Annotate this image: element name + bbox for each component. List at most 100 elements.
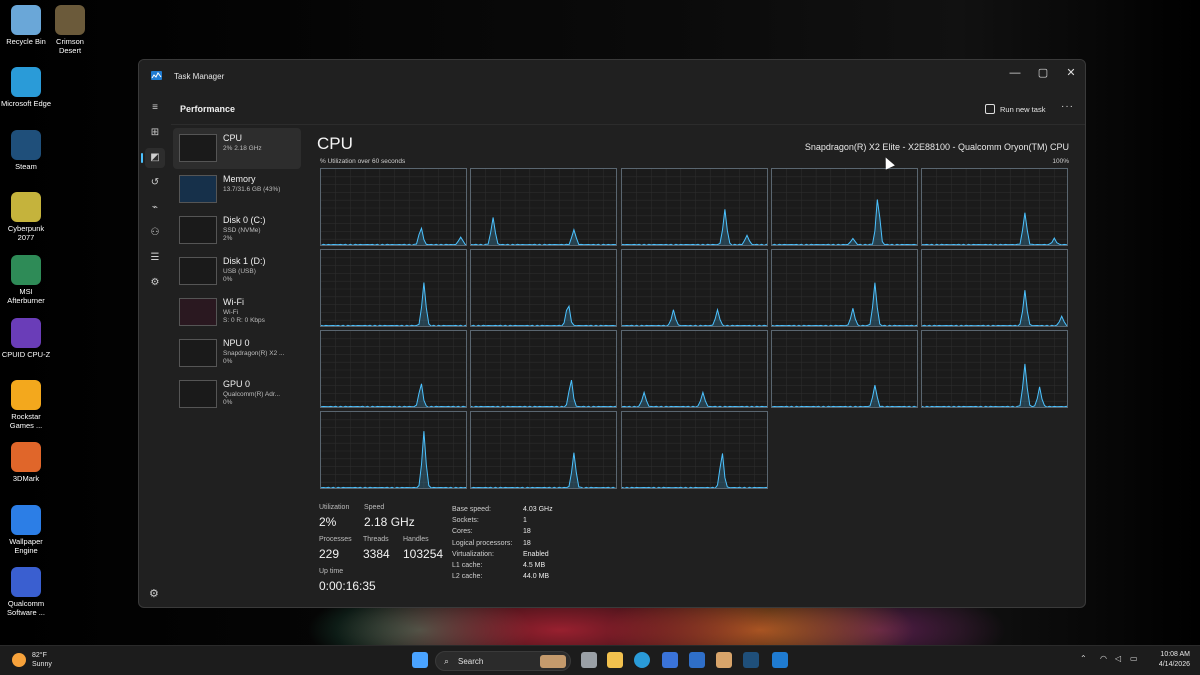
search-label: Search — [458, 657, 484, 666]
app-taskbar-icon[interactable] — [716, 652, 732, 668]
window-title: Task Manager — [174, 72, 225, 81]
app-history-icon[interactable]: ↺ — [145, 173, 165, 193]
desktop-icon-label: 3DMark — [12, 474, 40, 483]
run-task-icon — [985, 104, 995, 114]
store-icon[interactable] — [662, 652, 678, 668]
steam-icon — [11, 130, 41, 160]
tray-overflow-icon[interactable]: ⌃ — [1080, 654, 1087, 663]
core-graph — [320, 249, 467, 327]
speed-value: 2.18 GHz — [364, 515, 415, 529]
desktop-icon[interactable]: Cyberpunk 2077 — [0, 192, 52, 242]
desktop-icon[interactable]: Rockstar Games ... — [0, 380, 52, 430]
core-utilization-line — [471, 304, 617, 326]
spec-value: 1 — [523, 517, 527, 525]
core-graph — [320, 411, 467, 489]
device-list: CPU 2% 2.18 GHz Memory 13.7/31.6 GB (43%) Di… — [173, 128, 301, 415]
utilization-graph-label: % Utilization over 60 seconds — [320, 158, 406, 165]
device-name: CPU — [223, 133, 243, 143]
maximize-button[interactable]: ▢ — [1029, 64, 1057, 82]
desktop-icon[interactable]: CPUID CPU-Z — [0, 318, 52, 359]
utilization-value: 2% — [319, 515, 337, 529]
desktop-icon-label: Qualcomm Software ... — [7, 599, 45, 617]
spec-row: Base speed: 4.03 GHz — [452, 506, 592, 517]
device-item-cpu[interactable]: CPU 2% 2.18 GHz — [173, 128, 301, 169]
device-detail: 13.7/31.6 GB (43%) — [223, 186, 280, 194]
clock[interactable]: 10:08 AM 4/14/2026 — [1150, 650, 1190, 670]
performance-icon[interactable]: ◩ — [141, 148, 165, 168]
details-icon[interactable]: ☰ — [145, 248, 165, 268]
search-box[interactable]: ⌕ Search — [435, 651, 571, 671]
close-button[interactable]: ✕ — [1057, 64, 1085, 82]
users-icon[interactable]: ⚇ — [145, 223, 165, 243]
desktop-icon[interactable]: MSI Afterburner — [0, 255, 52, 305]
nav-rail: ≡ ⊞ ◩ ↺ ⌁ ⚇ ☰ ⚙ — [139, 92, 171, 607]
startup-apps-icon[interactable]: ⌁ — [145, 198, 165, 218]
settings-icon[interactable]: ⚙ — [149, 587, 159, 600]
device-detail-line1: Qualcomm(R) Adr... — [223, 391, 281, 398]
device-thumbnail — [179, 298, 217, 326]
device-item-wi-fi[interactable]: Wi-Fi Wi-Fi S: 0 R: 0 Kbps — [173, 292, 301, 333]
device-item-disk-1-d[interactable]: Disk 1 (D:) USB (USB) 0% — [173, 251, 301, 292]
spec-row: Virtualization: Enabled — [452, 551, 592, 562]
weather-widget[interactable]: 82°F Sunny — [12, 651, 52, 669]
device-item-gpu-0[interactable]: GPU 0 Qualcomm(R) Adr... 0% — [173, 374, 301, 415]
device-item-memory[interactable]: Memory 13.7/31.6 GB (43%) — [173, 169, 301, 210]
services-icon[interactable]: ⚙ — [145, 273, 165, 293]
volume-icon[interactable]: ◁ — [1115, 654, 1121, 663]
more-options-button[interactable]: ··· — [1061, 101, 1074, 112]
desktop-icon[interactable]: Qualcomm Software ... — [0, 567, 52, 617]
device-thumbnail — [179, 339, 217, 367]
spec-key: L2 cache: — [452, 573, 483, 581]
desktop-icon[interactable]: 3DMark — [0, 442, 52, 483]
clock-date: 4/14/2026 — [1158, 661, 1190, 668]
task-manager-taskbar-icon[interactable] — [772, 652, 788, 668]
desktop-icon[interactable]: Wallpaper Engine — [0, 505, 52, 555]
processes-icon[interactable]: ⊞ — [145, 123, 165, 143]
core-utilization-line — [321, 431, 466, 488]
desktop-icon-label: Rockstar Games ... — [9, 412, 43, 430]
task-view-icon[interactable] — [581, 652, 597, 668]
task-manager-app-icon — [151, 71, 162, 80]
desktop-icon[interactable]: Microsoft Edge — [0, 67, 52, 108]
device-thumbnail — [179, 380, 217, 408]
desktop-icon-label: Recycle Bin — [6, 37, 46, 46]
device-item-disk-0-c[interactable]: Disk 0 (C:) SSD (NVMe) 2% — [173, 210, 301, 251]
device-detail-line2: 0% — [223, 399, 233, 406]
device-detail-line1: 13.7/31.6 GB (43%) — [223, 186, 281, 193]
start-button-icon[interactable] — [412, 652, 428, 668]
device-detail: Qualcomm(R) Adr... 0% — [223, 391, 280, 407]
speed-label: Speed — [364, 504, 385, 511]
threads-label: Threads — [363, 536, 389, 543]
threads-value: 3384 — [363, 547, 390, 561]
steam-taskbar-icon[interactable] — [743, 652, 759, 668]
afterburner-taskbar-icon[interactable] — [689, 652, 705, 668]
run-new-task-button[interactable]: Run new task — [985, 102, 1045, 116]
rockstar-icon — [11, 380, 41, 410]
minimize-button[interactable]: — — [1001, 64, 1029, 82]
desktop-icon[interactable]: Steam — [0, 130, 52, 171]
desktop-icon[interactable]: Crimson Desert — [44, 5, 96, 55]
edge-taskbar-icon[interactable] — [634, 652, 650, 668]
weather-temp: 82°F — [32, 652, 47, 659]
device-name: Disk 1 (D:) — [223, 256, 266, 266]
spec-value: 4.03 GHz — [523, 506, 553, 513]
battery-icon[interactable]: ▭ — [1130, 654, 1138, 663]
spec-key: L1 cache: — [452, 561, 483, 569]
title-bar[interactable]: Task Manager — ▢ ✕ — [139, 60, 1085, 92]
core-graph — [320, 330, 467, 408]
cyberpunk-icon — [11, 192, 41, 222]
device-item-npu-0[interactable]: NPU 0 Snapdragon(R) X2 ... 0% — [173, 333, 301, 374]
desktop-icon-label: Steam — [15, 162, 37, 171]
device-name: Wi-Fi — [223, 297, 244, 307]
wifi-icon[interactable]: ◠ — [1100, 654, 1107, 663]
hamburger-icon[interactable]: ≡ — [145, 98, 165, 118]
page-title: Performance — [180, 104, 236, 114]
device-thumbnail — [179, 216, 217, 244]
core-graph — [770, 168, 918, 246]
core-utilization-line — [471, 452, 617, 488]
desktop-icon-label: Microsoft Edge — [0, 99, 52, 108]
file-explorer-icon[interactable] — [607, 652, 623, 668]
desktop-icon-label: Crimson Desert — [56, 37, 84, 55]
core-graph — [470, 249, 618, 327]
core-graph — [770, 330, 918, 408]
